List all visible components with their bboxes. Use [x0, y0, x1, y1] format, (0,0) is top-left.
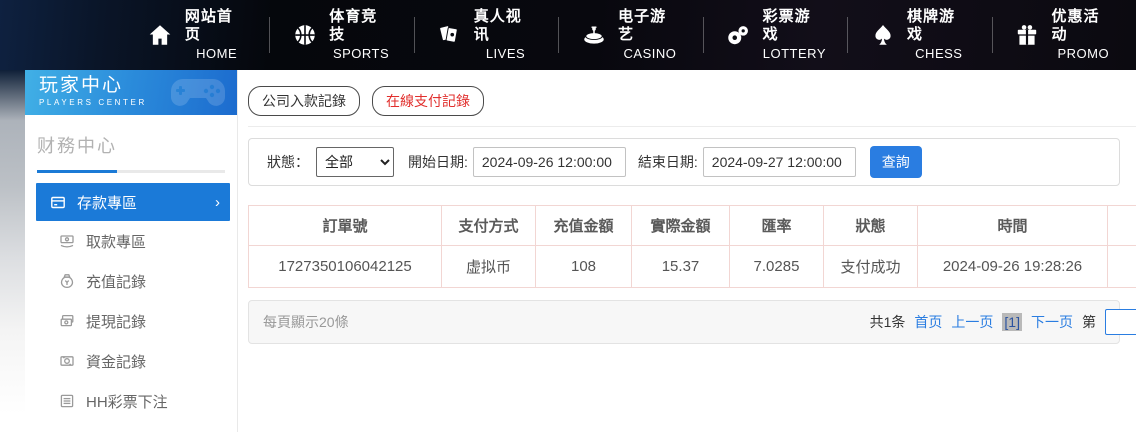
nav-label-zh: 网站首页	[185, 8, 249, 44]
playing-cards-icon	[436, 22, 463, 49]
sidebar-item-withdraw-area[interactable]: 取款專區	[25, 221, 237, 261]
banknotes-icon	[59, 313, 75, 329]
list-icon	[59, 393, 75, 409]
sidebar-item-label: 資金記錄	[86, 351, 146, 372]
sidebar-item-label: 取款專區	[86, 231, 146, 252]
page-jump-label: 第	[1082, 312, 1096, 332]
sidebar-item-label: 存款專區	[77, 192, 137, 213]
tab-company-deposit-records[interactable]: 公司入款記錄	[248, 86, 360, 116]
cell-status: 支付成功	[824, 246, 918, 288]
end-date-label: 結束日期:	[638, 152, 698, 172]
sidebar-item-withdrawal-records[interactable]: 提現記錄	[25, 301, 237, 341]
nav-item-lives[interactable]: 真人视讯LIVES	[415, 12, 558, 58]
lottery-balls-icon	[725, 22, 752, 49]
col-actual-amount: 實際金額	[632, 206, 730, 246]
status-select[interactable]: 全部	[316, 147, 394, 177]
sidebar-header: 玩家中心 PLAYERS CENTER	[25, 70, 237, 115]
spade-icon	[869, 22, 896, 49]
nav-label-en: PROMO	[1057, 46, 1109, 62]
home-icon	[147, 22, 174, 49]
col-time: 時間	[918, 206, 1108, 246]
nav-item-home[interactable]: 网站首页HOME	[126, 12, 269, 58]
top-nav: 网站首页HOME 体育竞技SPORTS 真人视讯LIVES 电子游艺CASINO…	[0, 0, 1136, 70]
main-content: 公司入款記錄 在線支付記錄 狀態： 全部 開始日期: 結束日期: 查詢 訂單號 …	[238, 70, 1136, 432]
sidebar-item-funds-records[interactable]: 資金記錄	[25, 341, 237, 381]
cell-order-number: 1727350106042125	[249, 246, 442, 288]
nav-label-en: SPORTS	[333, 46, 389, 62]
table-row: 1727350106042125 虚拟币 108 15.37 7.0285 支付…	[249, 246, 1136, 288]
sidebar-item-complaint-records[interactable]: 庄家投訴記錄	[25, 421, 237, 432]
sidebar-item-label: HH彩票下注	[86, 391, 168, 412]
cell-recharge-amount: 108	[536, 246, 632, 288]
chevron-right-icon: ›	[215, 194, 220, 211]
nav-item-casino[interactable]: 电子游艺CASINO	[559, 12, 702, 58]
background-gradient-strip	[0, 70, 25, 432]
total-count-text: 共1条	[870, 312, 906, 332]
current-page-indicator: [1]	[1002, 313, 1022, 331]
pager: 共1条 首页 上一页 [1] 下一页 第	[870, 309, 1119, 335]
nav-item-chess[interactable]: 棋牌游戏CHESS	[848, 12, 991, 58]
page-size-text: 每頁顯示20條	[263, 312, 349, 332]
table-header-row: 訂單號 支付方式 充值金額 實際金額 匯率 狀態 時間	[249, 206, 1136, 246]
gift-icon	[1014, 22, 1041, 49]
nav-item-sports[interactable]: 体育竞技SPORTS	[270, 12, 413, 58]
nav-label-zh: 真人视讯	[474, 8, 538, 44]
search-button[interactable]: 查詢	[870, 146, 922, 178]
sidebar-item-label: 提現記錄	[86, 311, 146, 332]
money-bag-icon	[59, 273, 75, 289]
page-jump-input[interactable]	[1105, 309, 1136, 335]
first-page-link[interactable]: 首页	[914, 312, 942, 332]
gamepad-icon	[165, 73, 231, 115]
nav-label-zh: 体育竞技	[329, 8, 393, 44]
cell-actual-amount: 15.37	[632, 246, 730, 288]
cell-payment-method: 虚拟币	[442, 246, 536, 288]
record-tabs: 公司入款記錄 在線支付記錄	[248, 70, 1136, 127]
col-payment-method: 支付方式	[442, 206, 536, 246]
end-date-input[interactable]	[703, 147, 856, 177]
prev-page-link[interactable]: 上一页	[951, 312, 993, 332]
section-underline	[37, 170, 225, 173]
sidebar-item-label: 充值記錄	[86, 271, 146, 292]
start-date-input[interactable]	[473, 147, 626, 177]
nav-item-lottery[interactable]: 彩票游戏LOTTERY	[704, 12, 847, 58]
col-order-number: 訂單號	[249, 206, 442, 246]
payment-records-table: 訂單號 支付方式 充值金額 實際金額 匯率 狀態 時間 172735010604…	[248, 205, 1136, 288]
nav-label-en: CASINO	[624, 46, 677, 62]
start-date-label: 開始日期:	[408, 152, 468, 172]
col-recharge-amount: 充值金額	[536, 206, 632, 246]
sidebar-menu: 存款專區 › 取款專區 充值記錄 提現記錄	[25, 183, 237, 432]
basketball-icon	[291, 22, 318, 49]
page-body: 玩家中心 PLAYERS CENTER 财務中心 存款專區 › 取款專區	[0, 70, 1136, 432]
cell-exchange-rate: 7.0285	[730, 246, 824, 288]
nav-label-zh: 优惠活动	[1051, 8, 1115, 44]
sidebar-item-hh-lottery-bets[interactable]: HH彩票下注	[25, 381, 237, 421]
nav-label-en: LIVES	[486, 46, 525, 62]
nav-label-en: HOME	[196, 46, 237, 62]
filter-panel: 狀態： 全部 開始日期: 結束日期: 查詢	[248, 138, 1120, 186]
col-status: 狀態	[824, 206, 918, 246]
nav-item-promo[interactable]: 优惠活动PROMO	[993, 12, 1136, 58]
players-center-sidebar: 玩家中心 PLAYERS CENTER 财務中心 存款專區 › 取款專區	[25, 70, 238, 432]
nav-label-zh: 彩票游戏	[763, 8, 827, 44]
status-label: 狀態：	[267, 152, 309, 172]
nav-label-en: LOTTERY	[763, 46, 826, 62]
nav-label-en: CHESS	[915, 46, 962, 62]
next-page-link[interactable]: 下一页	[1031, 312, 1073, 332]
col-exchange-rate: 匯率	[730, 206, 824, 246]
sidebar-section-title: 财務中心	[37, 132, 237, 158]
deposit-card-icon	[50, 194, 66, 210]
sidebar-item-deposit-area[interactable]: 存款專區 ›	[36, 183, 230, 221]
cell-time: 2024-09-26 19:28:26	[918, 246, 1108, 288]
withdraw-hand-icon	[59, 233, 75, 249]
pagination-bar: 每頁顯示20條 共1条 首页 上一页 [1] 下一页 第	[248, 300, 1120, 344]
tab-online-payment-records[interactable]: 在線支付記錄	[372, 86, 484, 116]
sidebar-item-recharge-records[interactable]: 充值記錄	[25, 261, 237, 301]
nav-label-zh: 电子游艺	[618, 8, 682, 44]
nav-label-zh: 棋牌游戏	[907, 8, 971, 44]
col-cut-off	[1108, 206, 1136, 246]
cell-cut-off	[1108, 246, 1136, 288]
roulette-icon	[580, 22, 607, 49]
coins-note-icon	[59, 353, 75, 369]
